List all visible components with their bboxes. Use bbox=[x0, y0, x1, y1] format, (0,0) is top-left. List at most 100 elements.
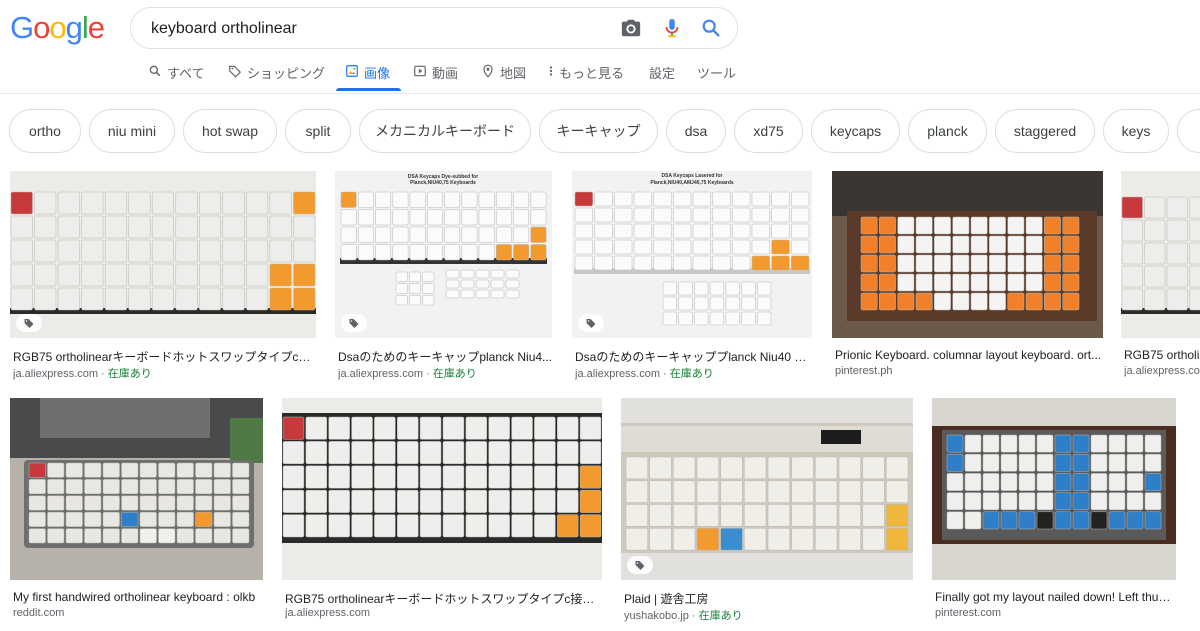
microphone-icon[interactable] bbox=[661, 17, 683, 39]
keycap bbox=[534, 441, 556, 465]
result-thumbnail[interactable] bbox=[832, 171, 1103, 338]
keycap bbox=[104, 263, 127, 287]
chip-keys[interactable]: keys bbox=[1103, 109, 1169, 153]
keycap bbox=[1054, 473, 1072, 491]
tab-shopping[interactable]: ショッピング bbox=[228, 63, 325, 93]
keycap bbox=[246, 215, 269, 239]
result-title[interactable]: RGB75 ortholinearキーボードホットスワップタイプc接続q... bbox=[285, 590, 603, 607]
chip-next-partial[interactable] bbox=[1177, 109, 1200, 153]
chip-keycap[interactable]: キーキャップ bbox=[539, 109, 658, 153]
result-title[interactable]: RGB75 ortholinear bbox=[1124, 348, 1200, 362]
keycap bbox=[328, 489, 350, 513]
image-result[interactable]: Prionic Keyboard. columnar layout keyboa… bbox=[832, 171, 1103, 381]
result-title[interactable]: Plaid | 遊舎工房 bbox=[624, 590, 914, 607]
chip-planck[interactable]: planck bbox=[908, 109, 987, 153]
tab-tools[interactable]: ツール bbox=[697, 63, 736, 93]
keycap bbox=[104, 287, 127, 311]
google-logo[interactable]: Google bbox=[10, 10, 105, 46]
result-title[interactable]: Dsaのためのキーキャップplanck Niu4... bbox=[338, 348, 553, 365]
result-thumbnail[interactable] bbox=[1121, 171, 1200, 338]
camera-icon[interactable] bbox=[620, 17, 642, 39]
keycap bbox=[444, 226, 461, 243]
keycap bbox=[1108, 473, 1126, 491]
keycap bbox=[128, 215, 151, 239]
keycap bbox=[732, 191, 751, 207]
keycap bbox=[757, 296, 772, 311]
keycap bbox=[720, 456, 743, 480]
chip-mechanical-keyboard[interactable]: メカニカルキーボード bbox=[359, 109, 531, 153]
tab-videos[interactable]: 動画 bbox=[413, 63, 458, 93]
keycap bbox=[488, 514, 510, 538]
keycap bbox=[1144, 511, 1162, 530]
keycap bbox=[574, 191, 593, 207]
keycap bbox=[897, 235, 915, 254]
keycap bbox=[815, 480, 838, 503]
keycap bbox=[139, 528, 157, 544]
image-result[interactable]: DSA Keycaps Dye-subbed for Planck,NIU40,… bbox=[335, 171, 552, 381]
tab-more[interactable]: もっと見る bbox=[548, 63, 624, 93]
keycap bbox=[952, 273, 970, 292]
keycap bbox=[982, 453, 1000, 472]
keycap bbox=[712, 255, 731, 271]
keycap bbox=[649, 456, 672, 480]
result-title[interactable]: Dsaのためのキーキャッププlanck Niu40 XD... bbox=[575, 348, 813, 365]
chip-split[interactable]: split bbox=[285, 109, 351, 153]
image-result[interactable]: RGB75 ortholinear ja.aliexpress.com bbox=[1121, 171, 1200, 381]
keycap bbox=[444, 244, 461, 261]
keycap bbox=[65, 462, 83, 478]
result-thumbnail[interactable] bbox=[10, 398, 263, 580]
keycap bbox=[982, 511, 1000, 530]
keycap bbox=[1166, 219, 1188, 242]
image-result[interactable]: DSA Keycaps Lasered for Planck,NIU40,AMJ… bbox=[572, 171, 813, 381]
image-result[interactable]: RGB75 ortholinearキーボードホットスワップタイプc接続q... … bbox=[282, 398, 603, 623]
result-thumbnail[interactable] bbox=[932, 398, 1176, 580]
keycap bbox=[121, 495, 139, 511]
keycap bbox=[530, 191, 547, 208]
keycap bbox=[176, 528, 194, 544]
keycap bbox=[358, 244, 374, 261]
keycap bbox=[696, 504, 719, 527]
keycap bbox=[392, 226, 409, 243]
result-title[interactable]: RGB75 ortholinearキーボードホットスワップタイプc接... bbox=[13, 348, 313, 365]
search-input[interactable] bbox=[149, 16, 613, 42]
image-result[interactable]: Finally got my layout nailed down! Left … bbox=[932, 398, 1177, 623]
result-title[interactable]: My first handwired ortholinear keyboard … bbox=[13, 590, 263, 604]
image-result[interactable]: My first handwired ortholinear keyboard … bbox=[10, 398, 263, 623]
keycap bbox=[282, 489, 305, 513]
keycap bbox=[751, 239, 770, 255]
keycap bbox=[534, 416, 556, 440]
keycap bbox=[1090, 434, 1108, 453]
chip-keycaps[interactable]: keycaps bbox=[811, 109, 900, 153]
keycap bbox=[10, 215, 33, 239]
image-result[interactable]: Plaid | 遊舎工房 yushakobo.jp · 在庫あり bbox=[621, 398, 913, 623]
keycap bbox=[732, 223, 751, 239]
result-thumbnail[interactable] bbox=[282, 398, 602, 580]
keycap bbox=[121, 528, 139, 544]
result-thumbnail[interactable] bbox=[10, 171, 316, 338]
keycap bbox=[879, 254, 896, 273]
chip-hot-swap[interactable]: hot swap bbox=[183, 109, 277, 153]
search-icon[interactable] bbox=[700, 17, 722, 39]
keycap bbox=[934, 273, 951, 292]
chip-xd75[interactable]: xd75 bbox=[734, 109, 803, 153]
source-domain: ja.aliexpress.com bbox=[285, 607, 370, 619]
keycap bbox=[488, 465, 510, 489]
result-title[interactable]: Prionic Keyboard. columnar layout keyboa… bbox=[835, 348, 1103, 362]
keycap bbox=[579, 441, 602, 465]
keycap bbox=[488, 489, 510, 513]
result-thumbnail[interactable]: DSA Keycaps Lasered for Planck,NIU40,AMJ… bbox=[572, 171, 812, 338]
result-source: ja.aliexpress.com · 在庫あり bbox=[13, 365, 152, 381]
image-result[interactable]: RGB75 ortholinearキーボードホットスワップタイプc接... ja… bbox=[10, 171, 316, 381]
tab-settings[interactable]: 設定 bbox=[649, 63, 675, 93]
chip-staggered[interactable]: staggered bbox=[995, 109, 1095, 153]
result-thumbnail[interactable] bbox=[621, 398, 913, 580]
tab-maps[interactable]: 地図 bbox=[481, 63, 526, 93]
chip-niu-mini[interactable]: niu mini bbox=[89, 109, 175, 153]
chip-dsa[interactable]: dsa bbox=[666, 109, 726, 153]
keycap bbox=[1018, 453, 1036, 472]
chip-ortho[interactable]: ortho bbox=[9, 109, 81, 153]
tab-all[interactable]: すべて bbox=[148, 63, 205, 93]
keycap bbox=[222, 263, 245, 287]
result-title[interactable]: Finally got my layout nailed down! Left … bbox=[935, 590, 1177, 604]
result-thumbnail[interactable]: DSA Keycaps Dye-subbed for Planck,NIU40,… bbox=[335, 171, 552, 338]
